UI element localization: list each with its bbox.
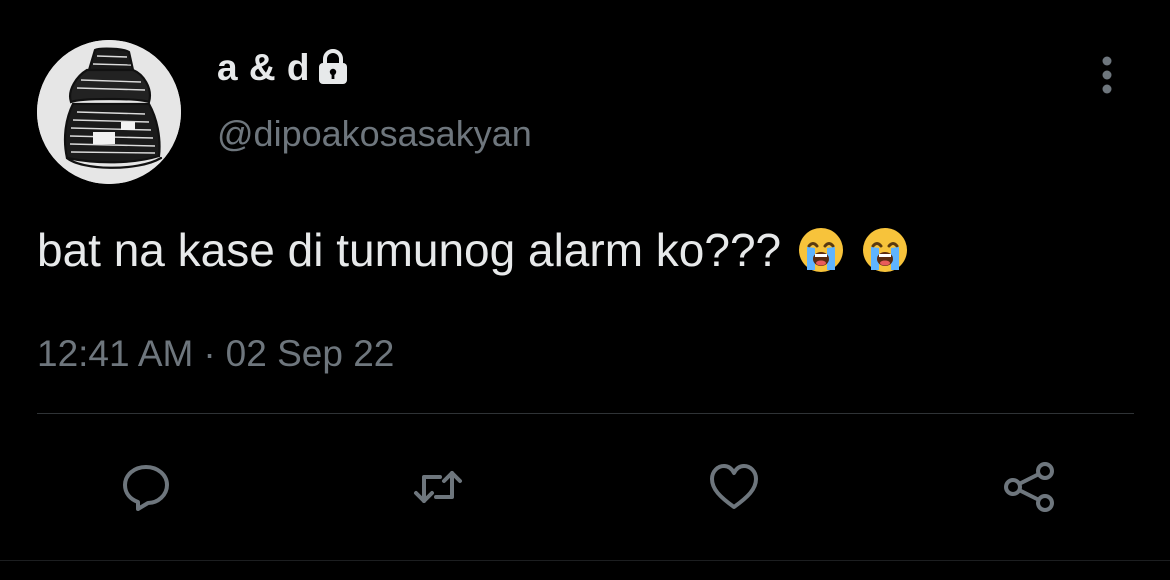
more-vertical-icon xyxy=(1102,56,1112,94)
like-button[interactable] xyxy=(702,455,766,519)
action-bar xyxy=(0,455,1170,519)
display-name-row[interactable]: a & d xyxy=(217,46,350,90)
share-button[interactable] xyxy=(997,455,1061,519)
heart-icon xyxy=(710,464,758,509)
bottom-divider xyxy=(0,560,1170,580)
share-icon xyxy=(1004,462,1054,512)
divider xyxy=(37,413,1134,414)
lock-icon xyxy=(318,49,347,84)
tweet-time: 12:41 AM xyxy=(37,333,194,374)
avatar-image xyxy=(37,40,181,184)
retweet-icon xyxy=(414,471,462,503)
avatar[interactable] xyxy=(37,40,181,184)
meta-separator: · xyxy=(203,333,216,374)
reply-icon xyxy=(123,465,169,511)
loudly-crying-face-icon xyxy=(861,226,909,274)
loudly-crying-face-icon xyxy=(797,226,845,274)
more-options-button[interactable] xyxy=(1090,52,1124,98)
tweet-body: bat na kase di tumunog alarm ko??? xyxy=(37,222,909,278)
retweet-button[interactable] xyxy=(406,455,470,519)
tweet-text: bat na kase di tumunog alarm ko??? xyxy=(37,224,782,276)
reply-button[interactable] xyxy=(114,455,178,519)
tweet-date: 02 Sep 22 xyxy=(225,333,395,374)
tweet-timestamp[interactable]: 12:41 AM · 02 Sep 22 xyxy=(37,332,394,376)
user-handle[interactable]: @dipoakosasakyan xyxy=(217,112,532,156)
display-name[interactable]: a & d xyxy=(217,46,310,90)
